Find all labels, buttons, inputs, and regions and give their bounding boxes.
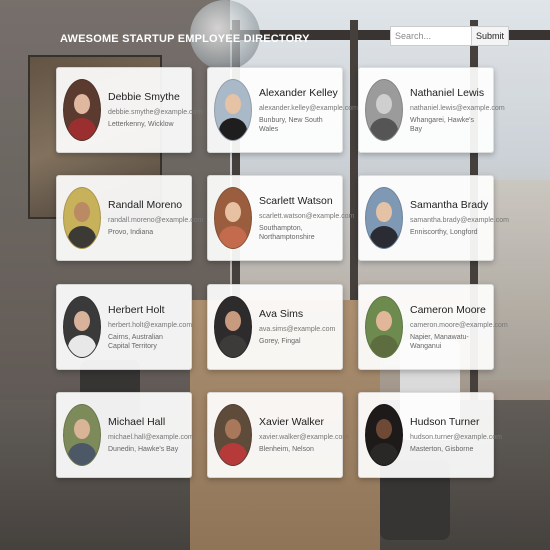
employee-location: Bunbury, New South Wales	[259, 116, 323, 133]
employee-email: alexander.kelley@example.com	[259, 104, 358, 112]
employee-location: Dunedin, Hawke's Bay	[108, 446, 179, 453]
employee-name: Samantha Brady	[410, 199, 489, 211]
employee-avatar	[63, 79, 101, 141]
employee-card[interactable]: Nathaniel Lewis nathaniel.lewis@example.…	[358, 67, 505, 153]
employee-avatar	[63, 404, 101, 466]
employee-info: Alexander Kelley alexander.kelley@exampl…	[259, 86, 358, 134]
employee-info: Debbie Smythe debbie.smythe@example.com …	[108, 91, 203, 129]
employee-card[interactable]: Hudson Turner hudson.turner@example.com …	[358, 392, 502, 478]
search-input[interactable]	[390, 26, 471, 46]
search-form: Submit	[390, 26, 510, 46]
employee-name: Cameron Moore	[410, 303, 486, 316]
employee-location: Enniscorthy, Longford	[410, 229, 478, 236]
employee-card[interactable]: Randall Moreno randall.moreno@example.co…	[56, 175, 204, 261]
employee-email: hudson.turner@example.com	[410, 434, 502, 441]
employee-avatar	[365, 404, 403, 466]
employee-email: scarlett.watson@example.com	[259, 212, 355, 220]
employee-avatar	[214, 79, 252, 141]
employee-card[interactable]: Alexander Kelley alexander.kelley@exampl…	[207, 67, 358, 153]
employee-email: nathaniel.lewis@example.com	[410, 104, 505, 112]
employee-email: xavier.walker@example.com	[259, 434, 349, 441]
employee-avatar	[214, 296, 252, 358]
employee-name: Randall Moreno	[108, 199, 183, 211]
employee-email: samantha.brady@example.com	[410, 217, 509, 224]
employee-card[interactable]: Scarlett Watson scarlett.watson@example.…	[207, 175, 355, 261]
employee-email: herbert.holt@example.com	[108, 321, 193, 329]
employee-avatar	[365, 79, 403, 141]
page-title: AWESOME STARTUP EMPLOYEE DIRECTORY	[60, 33, 310, 45]
employee-location: Blenheim, Nelson	[259, 446, 314, 453]
employee-location: Masterton, Gisborne	[410, 446, 474, 453]
employee-email: randall.moreno@example.com	[108, 217, 204, 224]
employee-info: Herbert Holt herbert.holt@example.com Ca…	[108, 303, 193, 351]
employee-email: michael.hall@example.com	[108, 434, 194, 441]
employee-info: Xavier Walker xavier.walker@example.com …	[259, 416, 349, 454]
submit-button[interactable]: Submit	[471, 26, 510, 46]
page-header: AWESOME STARTUP EMPLOYEE DIRECTORY	[60, 33, 310, 51]
employee-avatar	[214, 404, 252, 466]
employee-info: Hudson Turner hudson.turner@example.com …	[410, 416, 502, 454]
employee-avatar	[365, 296, 403, 358]
employee-email: cameron.moore@example.com	[410, 321, 508, 329]
employee-email: debbie.smythe@example.com	[108, 109, 203, 116]
employee-info: Randall Moreno randall.moreno@example.co…	[108, 199, 204, 237]
employee-info: Cameron Moore cameron.moore@example.com …	[410, 303, 508, 351]
employee-location: Southampton, Northamptonshire	[259, 224, 315, 241]
employee-location: Napier, Manawatu-Wanganui	[410, 333, 469, 350]
employee-name: Michael Hall	[108, 416, 166, 428]
employee-card[interactable]: Herbert Holt herbert.holt@example.com Ca…	[56, 284, 192, 370]
employee-name: Herbert Holt	[108, 303, 165, 316]
employee-avatar	[63, 187, 101, 249]
employee-info: Michael Hall michael.hall@example.com Du…	[108, 416, 194, 454]
employee-card[interactable]: Michael Hall michael.hall@example.com Du…	[56, 392, 194, 478]
employee-name: Alexander Kelley	[259, 86, 338, 99]
employee-card[interactable]: Cameron Moore cameron.moore@example.com …	[358, 284, 508, 370]
employee-avatar	[63, 296, 101, 358]
employee-location: Gorey, Fingal	[259, 338, 301, 345]
employee-name: Debbie Smythe	[108, 91, 180, 103]
employee-name: Hudson Turner	[410, 416, 480, 428]
employee-name: Xavier Walker	[259, 416, 324, 428]
employee-info: Ava Sims ava.sims@example.com Gorey, Fin…	[259, 308, 335, 346]
employee-info: Scarlett Watson scarlett.watson@example.…	[259, 194, 355, 242]
employee-name: Nathaniel Lewis	[410, 86, 485, 99]
employee-location: Cairns, Australian Capital Territory	[108, 333, 163, 350]
employee-info: Samantha Brady samantha.brady@example.co…	[410, 199, 509, 237]
employee-location: Whangarei, Hawke's Bay	[410, 116, 474, 133]
employee-location: Provo, Indiana	[108, 229, 154, 236]
employee-card[interactable]: Ava Sims ava.sims@example.com Gorey, Fin…	[207, 284, 343, 370]
employee-email: ava.sims@example.com	[259, 326, 336, 333]
employee-info: Nathaniel Lewis nathaniel.lewis@example.…	[410, 86, 505, 134]
employee-card[interactable]: Debbie Smythe debbie.smythe@example.com …	[56, 67, 203, 153]
employee-location: Letterkenny, Wicklow	[108, 121, 174, 128]
employee-name: Scarlett Watson	[259, 194, 333, 207]
employee-avatar	[365, 187, 403, 249]
employee-name: Ava Sims	[259, 308, 304, 320]
employee-card[interactable]: Xavier Walker xavier.walker@example.com …	[207, 392, 349, 478]
employee-card[interactable]: Samantha Brady samantha.brady@example.co…	[358, 175, 509, 261]
employee-avatar	[214, 187, 252, 249]
